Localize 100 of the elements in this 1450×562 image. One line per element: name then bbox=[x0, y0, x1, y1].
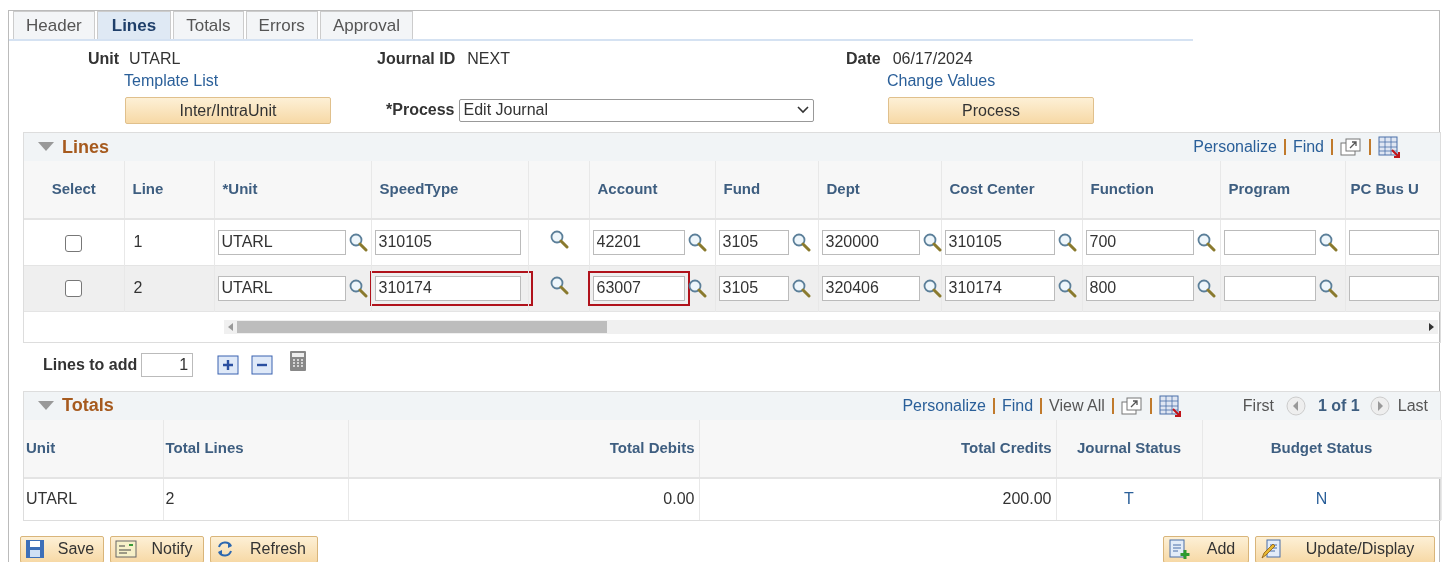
status-link[interactable]: T bbox=[1124, 490, 1134, 507]
text-field[interactable]: 700 bbox=[1085, 229, 1194, 255]
text-field[interactable]: 310105 bbox=[374, 229, 521, 255]
table-cell: 0.00 bbox=[663, 490, 695, 507]
field-value: NEXT bbox=[467, 49, 510, 69]
nav-text[interactable]: Last bbox=[1397, 393, 1428, 418]
delete-row-icon[interactable] bbox=[251, 354, 274, 375]
collapse-triangle-icon[interactable] bbox=[38, 400, 54, 411]
table-cell: UTARL bbox=[26, 490, 78, 507]
text-field[interactable] bbox=[1223, 275, 1316, 301]
select-checkbox[interactable] bbox=[65, 280, 83, 298]
inter-intraunit-button[interactable]: Inter/IntraUnit bbox=[125, 97, 331, 124]
horizontal-scrollbar[interactable] bbox=[224, 319, 1438, 334]
action-button[interactable]: Add bbox=[1163, 535, 1249, 562]
column-header: Total Credits bbox=[960, 438, 1052, 456]
text-field[interactable]: 310174 bbox=[374, 275, 521, 301]
text-field[interactable]: 310174 bbox=[944, 275, 1055, 301]
field-label: Lines to add bbox=[43, 354, 138, 375]
section-title: Totals bbox=[62, 394, 114, 417]
field-value: UTARL bbox=[129, 49, 181, 69]
add-row-icon[interactable] bbox=[217, 354, 240, 375]
column-header: Dept bbox=[826, 180, 860, 198]
edit-document-icon bbox=[1260, 538, 1282, 560]
search-icon[interactable] bbox=[548, 275, 569, 295]
column-header: Function bbox=[1090, 180, 1154, 198]
new-window-icon[interactable] bbox=[1120, 396, 1143, 415]
text-field[interactable] bbox=[1348, 275, 1439, 301]
field-label: *Process bbox=[386, 100, 455, 120]
column-header: *Unit bbox=[222, 180, 258, 198]
text-field[interactable]: 63007 bbox=[592, 275, 685, 301]
column-header: Select bbox=[51, 180, 96, 198]
toolbar-link[interactable]: Find bbox=[1002, 393, 1034, 418]
search-icon[interactable] bbox=[1056, 232, 1077, 253]
text-field[interactable]: 310105 bbox=[944, 229, 1055, 255]
next-icon[interactable] bbox=[1369, 395, 1390, 416]
column-header: Budget Status bbox=[1270, 438, 1373, 456]
previous-icon[interactable] bbox=[1285, 395, 1306, 416]
search-icon[interactable] bbox=[921, 278, 942, 298]
search-icon[interactable] bbox=[790, 278, 811, 298]
scroll-left-icon[interactable] bbox=[228, 322, 233, 331]
search-icon[interactable] bbox=[686, 278, 707, 298]
column-header: PC Bus U bbox=[1350, 180, 1419, 198]
column-header: Unit bbox=[26, 438, 56, 456]
text-field[interactable] bbox=[1223, 229, 1316, 255]
column-header: Total Lines bbox=[165, 438, 244, 456]
search-icon[interactable] bbox=[686, 232, 707, 253]
action-button[interactable]: Refresh bbox=[210, 535, 318, 562]
tab[interactable]: Approval bbox=[319, 11, 413, 39]
grid-download-icon[interactable] bbox=[1378, 136, 1400, 158]
action-button[interactable]: Notify bbox=[110, 535, 204, 562]
scroll-right-icon[interactable] bbox=[1429, 322, 1434, 331]
note-icon bbox=[115, 540, 137, 558]
nav-text[interactable]: First bbox=[1242, 393, 1274, 418]
search-icon[interactable] bbox=[1317, 278, 1338, 298]
section-title: Lines bbox=[62, 135, 109, 159]
search-icon[interactable] bbox=[1317, 232, 1338, 253]
change-values-link[interactable]: Change Values bbox=[887, 69, 996, 89]
toolbar-link[interactable]: Find bbox=[1292, 135, 1324, 159]
text-field[interactable]: 800 bbox=[1085, 275, 1194, 301]
column-header: Journal Status bbox=[1076, 438, 1182, 456]
action-button[interactable]: Update/Display bbox=[1255, 535, 1435, 562]
search-icon[interactable] bbox=[347, 232, 368, 253]
search-icon[interactable] bbox=[1195, 278, 1216, 298]
status-link[interactable]: N bbox=[1315, 490, 1328, 507]
tab[interactable]: Errors bbox=[245, 11, 318, 39]
search-icon[interactable] bbox=[790, 232, 811, 253]
search-icon[interactable] bbox=[347, 278, 368, 298]
text-field[interactable]: UTARL bbox=[217, 229, 346, 255]
tab[interactable]: Lines bbox=[96, 11, 172, 39]
tab[interactable]: Totals bbox=[173, 11, 244, 39]
line-number: 2 bbox=[133, 279, 143, 296]
text-field[interactable]: 3105 bbox=[718, 275, 789, 301]
add-document-icon bbox=[1168, 538, 1190, 560]
select-checkbox[interactable] bbox=[65, 234, 83, 252]
search-icon[interactable] bbox=[1056, 278, 1077, 298]
search-icon[interactable] bbox=[548, 229, 569, 250]
text-field[interactable]: 320406 bbox=[821, 275, 920, 301]
text-field[interactable]: UTARL bbox=[217, 275, 346, 301]
text-field[interactable]: 320000 bbox=[821, 229, 920, 255]
process-button[interactable]: Process bbox=[888, 97, 1094, 124]
view-all-text: View All bbox=[1049, 395, 1105, 416]
action-button[interactable]: Save bbox=[20, 535, 104, 562]
calculator-icon[interactable] bbox=[289, 349, 308, 372]
lines-to-add-field[interactable]: 1 bbox=[141, 352, 194, 377]
page-count: 1 of 1 bbox=[1317, 395, 1360, 416]
search-icon[interactable] bbox=[921, 232, 942, 253]
template-list-link[interactable]: Template List bbox=[124, 69, 219, 89]
search-icon[interactable] bbox=[1195, 232, 1216, 253]
tab[interactable]: Header bbox=[13, 11, 95, 39]
text-field[interactable] bbox=[1348, 229, 1439, 255]
field-label: Date bbox=[846, 49, 881, 69]
collapse-triangle-icon[interactable] bbox=[38, 142, 54, 152]
text-field[interactable]: 42201 bbox=[592, 229, 685, 255]
process-dropdown[interactable]: Edit Journal bbox=[458, 98, 814, 122]
column-header: Account bbox=[597, 180, 658, 198]
grid-download-icon[interactable] bbox=[1158, 394, 1181, 417]
text-field[interactable]: 3105 bbox=[718, 229, 789, 255]
toolbar-link[interactable]: Personalize bbox=[902, 393, 986, 418]
new-window-icon[interactable] bbox=[1340, 138, 1362, 156]
toolbar-link[interactable]: Personalize bbox=[1193, 135, 1277, 159]
